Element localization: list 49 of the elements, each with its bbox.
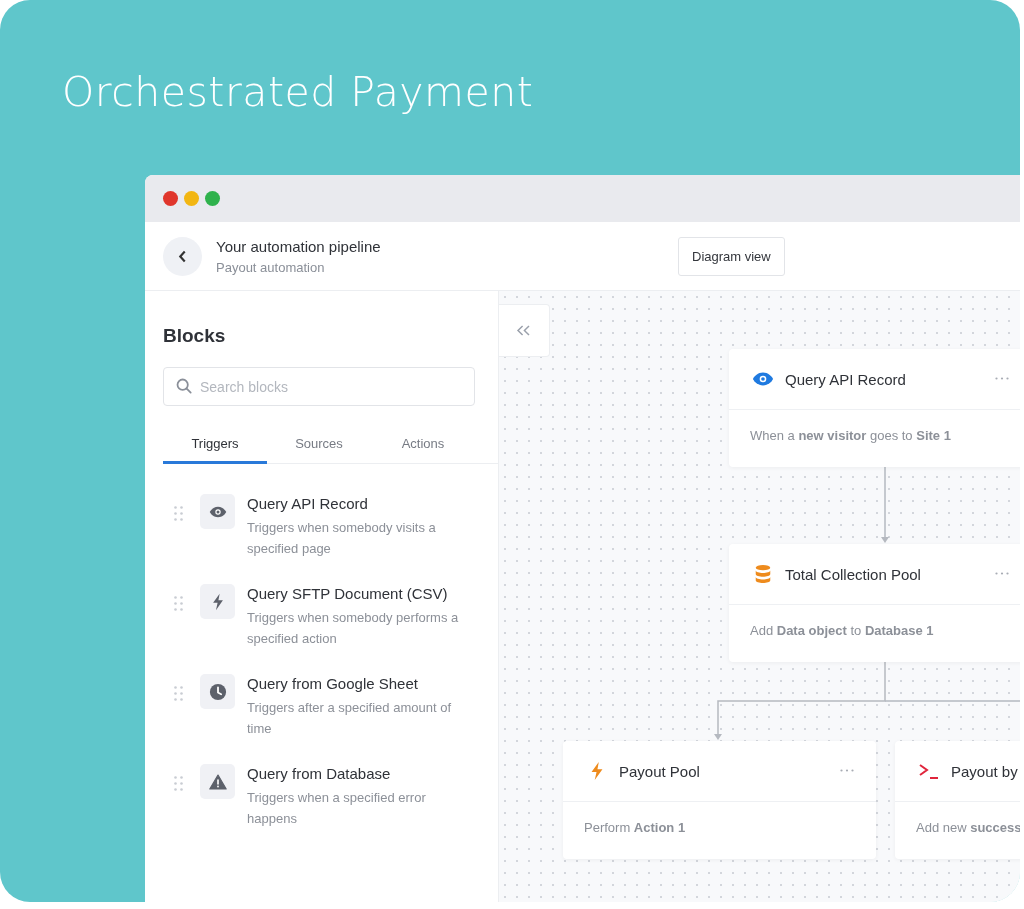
node-card[interactable]: Total Collection Pool Add Data object to Database 1	[729, 544, 1020, 662]
pipeline-title: Your automation pipeline	[216, 237, 382, 255]
block-title: Query from Database	[247, 764, 392, 784]
node-title: Payout Pool	[619, 762, 700, 780]
node-title: Payout by	[951, 762, 1018, 780]
search-field[interactable]: Search blocks	[163, 367, 475, 406]
warning-icon	[208, 772, 227, 791]
block-item[interactable]: Query from Google Sheet Triggers after a specified amount of time	[145, 674, 498, 744]
more-icon[interactable]	[995, 572, 1009, 575]
node-title: Total Collection Pool	[785, 565, 921, 583]
block-description: Triggers when somebody performs a specified action	[247, 609, 460, 648]
chevron-left-icon	[178, 249, 187, 263]
more-icon[interactable]	[840, 769, 854, 772]
clock-icon	[208, 682, 227, 701]
node-card[interactable]: Payout Pool Perform Action 1	[563, 741, 876, 859]
node-description: When a new visitor goes to Site 1	[750, 428, 951, 443]
drag-handle-icon[interactable]	[174, 686, 183, 701]
collapse-sidebar-button[interactable]	[499, 304, 550, 357]
close-window-dot[interactable]	[163, 191, 178, 206]
drag-handle-icon[interactable]	[174, 596, 183, 611]
diagram-view-button[interactable]: Diagram view	[678, 236, 785, 276]
node-title: Query API Record	[785, 370, 906, 388]
block-item[interactable]: Query SFTP Document (CSV) Triggers when somebody performs a specified action	[145, 584, 498, 654]
block-title: Query from Google Sheet	[247, 674, 419, 694]
node-description: Perform Action 1	[584, 820, 686, 835]
node-description: Add Data object to Database 1	[750, 623, 934, 638]
drag-handle-icon[interactable]	[174, 506, 183, 521]
block-description: Triggers when somebody visits a specified page	[247, 519, 437, 558]
terminal-icon	[918, 761, 940, 781]
sidebar-tab[interactable]: Actions	[371, 426, 475, 464]
more-icon[interactable]	[995, 377, 1009, 380]
maximize-window-dot[interactable]	[205, 191, 220, 206]
page-title: Orchestrated Payment	[62, 67, 535, 118]
minimize-window-dot[interactable]	[184, 191, 199, 206]
database-icon	[754, 564, 772, 584]
back-button[interactable]	[163, 236, 202, 276]
pipeline-subtitle: Payout automation	[216, 259, 326, 275]
block-item[interactable]: Query from Database Triggers when a specified error happens	[145, 764, 498, 834]
double-chevron-left-icon	[516, 325, 531, 336]
block-title: Query SFTP Document (CSV)	[247, 584, 449, 604]
block-description: Triggers when a specified error happens	[247, 789, 427, 828]
drag-handle-icon[interactable]	[174, 776, 183, 791]
sidebar-heading: Blocks	[163, 325, 227, 347]
block-item[interactable]: Query API Record Triggers when somebody visits a specified page	[145, 494, 498, 564]
sidebar-tab[interactable]: Triggers	[163, 426, 267, 464]
block-title: Query API Record	[247, 494, 369, 514]
sidebar-tab[interactable]: Sources	[267, 426, 371, 464]
node-card[interactable]: Query API Record When a new visitor goes to Site 1	[729, 349, 1020, 467]
block-description: Triggers after a specified amount of time	[247, 699, 452, 738]
